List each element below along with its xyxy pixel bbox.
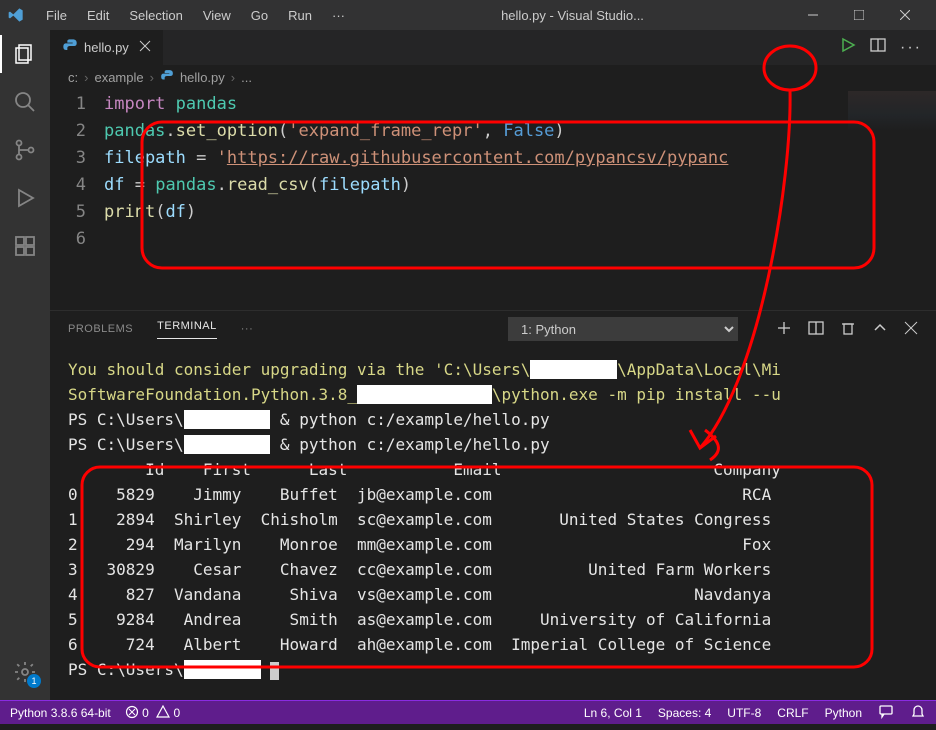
explorer-icon[interactable] xyxy=(11,40,39,68)
status-lang[interactable]: Python xyxy=(825,706,862,720)
kill-terminal-icon[interactable] xyxy=(840,320,856,339)
maximize-button[interactable] xyxy=(836,0,882,30)
breadcrumb-part[interactable]: example xyxy=(94,70,143,85)
titlebar: File Edit Selection View Go Run ··· hell… xyxy=(0,0,936,30)
code-editor[interactable]: 123456 import pandaspandas.set_option('e… xyxy=(50,89,936,310)
status-lncol[interactable]: Ln 6, Col 1 xyxy=(584,706,642,720)
vscode-logo-icon xyxy=(8,7,24,23)
menu-selection[interactable]: Selection xyxy=(119,8,192,23)
menu-go[interactable]: Go xyxy=(241,8,278,23)
more-actions-icon[interactable]: ··· xyxy=(900,39,922,57)
menu-run[interactable]: Run xyxy=(278,8,322,23)
split-editor-icon[interactable] xyxy=(870,37,886,58)
breadcrumb-part[interactable]: hello.py xyxy=(180,70,225,85)
status-encoding[interactable]: UTF-8 xyxy=(727,706,761,720)
panel: PROBLEMS TERMINAL ··· 1: Python You shou… xyxy=(50,310,936,700)
tab-label: hello.py xyxy=(84,40,129,55)
new-terminal-icon[interactable] xyxy=(776,320,792,339)
split-terminal-icon[interactable] xyxy=(808,320,824,339)
run-debug-icon[interactable] xyxy=(11,184,39,212)
status-spaces[interactable]: Spaces: 4 xyxy=(658,706,711,720)
breadcrumb-part[interactable]: c: xyxy=(68,70,78,85)
status-bar: Python 3.8.6 64-bit 0 0 Ln 6, Col 1 Spac… xyxy=(0,700,936,724)
editor-tab-bar: hello.py ··· xyxy=(50,30,936,65)
source-control-icon[interactable] xyxy=(11,136,39,164)
breadcrumb-part[interactable]: ... xyxy=(241,70,252,85)
close-panel-icon[interactable] xyxy=(904,321,918,338)
extensions-icon[interactable] xyxy=(11,232,39,260)
close-button[interactable] xyxy=(882,0,928,30)
panel-tab-terminal[interactable]: TERMINAL xyxy=(157,320,217,339)
terminal-output[interactable]: You should consider upgrading via the 'C… xyxy=(50,347,936,700)
chevron-right-icon: › xyxy=(84,70,88,85)
search-icon[interactable] xyxy=(11,88,39,116)
settings-badge: 1 xyxy=(27,674,41,688)
feedback-icon[interactable] xyxy=(878,703,894,722)
tab-hello-py[interactable]: hello.py xyxy=(50,30,164,65)
activity-bar: 1 xyxy=(0,30,50,700)
maximize-panel-icon[interactable] xyxy=(872,320,888,339)
status-eol[interactable]: CRLF xyxy=(777,706,808,720)
breadcrumb[interactable]: c: › example › hello.py › ... xyxy=(50,65,936,89)
tab-close-icon[interactable] xyxy=(139,40,151,55)
panel-tab-problems[interactable]: PROBLEMS xyxy=(68,323,133,335)
status-python-version[interactable]: Python 3.8.6 64-bit xyxy=(10,706,111,720)
line-number-gutter: 123456 xyxy=(50,91,104,310)
menu-edit[interactable]: Edit xyxy=(77,8,119,23)
settings-gear-icon[interactable]: 1 xyxy=(11,658,39,686)
menu-view[interactable]: View xyxy=(193,8,241,23)
python-file-icon xyxy=(160,69,174,86)
chevron-right-icon: › xyxy=(231,70,235,85)
run-file-button[interactable] xyxy=(840,37,856,58)
chevron-right-icon: › xyxy=(150,70,154,85)
menu-more[interactable]: ··· xyxy=(322,8,355,23)
terminal-selector[interactable]: 1: Python xyxy=(508,317,738,341)
status-problems[interactable]: 0 0 xyxy=(125,705,180,720)
window-title: hello.py - Visual Studio... xyxy=(355,8,790,23)
python-file-icon xyxy=(62,38,78,57)
panel-tab-more[interactable]: ··· xyxy=(241,323,254,335)
minimap[interactable] xyxy=(848,91,936,131)
menu-file[interactable]: File xyxy=(36,8,77,23)
minimize-button[interactable] xyxy=(790,0,836,30)
notifications-icon[interactable] xyxy=(910,703,926,722)
